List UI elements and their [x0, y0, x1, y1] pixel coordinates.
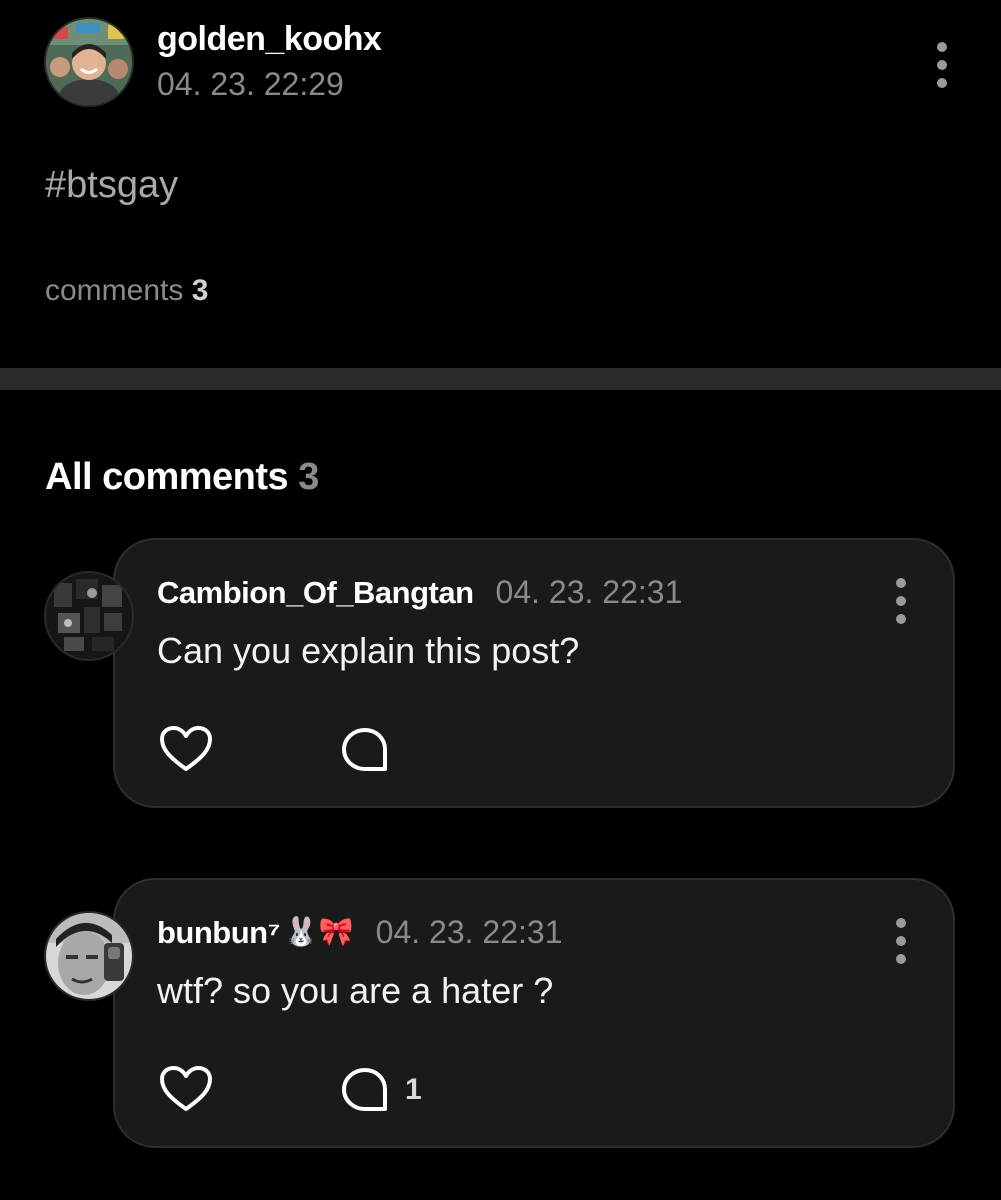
comment-author-avatar[interactable]	[44, 911, 134, 1001]
reply-count: 1	[405, 1073, 422, 1106]
like-button[interactable]	[159, 724, 213, 774]
post-comments-label: comments	[45, 274, 184, 307]
all-comments-heading: All comments 3	[45, 456, 319, 499]
section-divider	[0, 368, 1001, 390]
comment-timestamp: 04. 23. 22:31	[495, 574, 683, 610]
comment-menu-icon[interactable]	[889, 918, 913, 964]
post-author-avatar[interactable]	[44, 17, 134, 107]
reply-button[interactable]	[341, 726, 405, 774]
heart-outline-icon	[160, 1066, 212, 1111]
comment-card: bunbun⁷ 🐰🎀 04. 23. 22:31 wtf? so you are…	[113, 878, 955, 1148]
comment-text: wtf? so you are a hater ?	[157, 970, 554, 1011]
post-timestamp: 04. 23. 22:29	[157, 66, 344, 102]
comment-header: Cambion_Of_Bangtan 04. 23. 22:31	[157, 574, 682, 611]
all-comments-title: All comments	[45, 456, 289, 498]
heart-outline-icon	[160, 726, 212, 771]
reply-button[interactable]: 1	[341, 1066, 422, 1114]
comment-author-avatar[interactable]	[44, 571, 134, 661]
comment-timestamp: 04. 23. 22:31	[375, 914, 563, 950]
post-body-text[interactable]: #btsgay	[45, 164, 178, 207]
comment-text: Can you explain this post?	[157, 630, 580, 671]
comment-author-name[interactable]: bunbun⁷	[157, 915, 280, 951]
comment-card: Cambion_Of_Bangtan 04. 23. 22:31 Can you…	[113, 538, 955, 808]
comment-author-name[interactable]: Cambion_Of_Bangtan	[157, 575, 474, 611]
post-comments-count: 3	[191, 274, 209, 307]
speech-bubble-icon	[342, 728, 387, 771]
like-button[interactable]	[159, 1064, 213, 1114]
comment-menu-icon[interactable]	[889, 578, 913, 624]
all-comments-count: 3	[298, 456, 319, 498]
speech-bubble-icon	[342, 1068, 387, 1111]
post-comments-summary[interactable]: comments 3	[45, 274, 208, 308]
post-menu-icon[interactable]	[930, 42, 954, 88]
author-emoji-badge: 🐰🎀	[283, 916, 354, 947]
post-author-username[interactable]: golden_koohx	[157, 20, 382, 59]
comment-header: bunbun⁷ 🐰🎀 04. 23. 22:31	[157, 914, 562, 951]
